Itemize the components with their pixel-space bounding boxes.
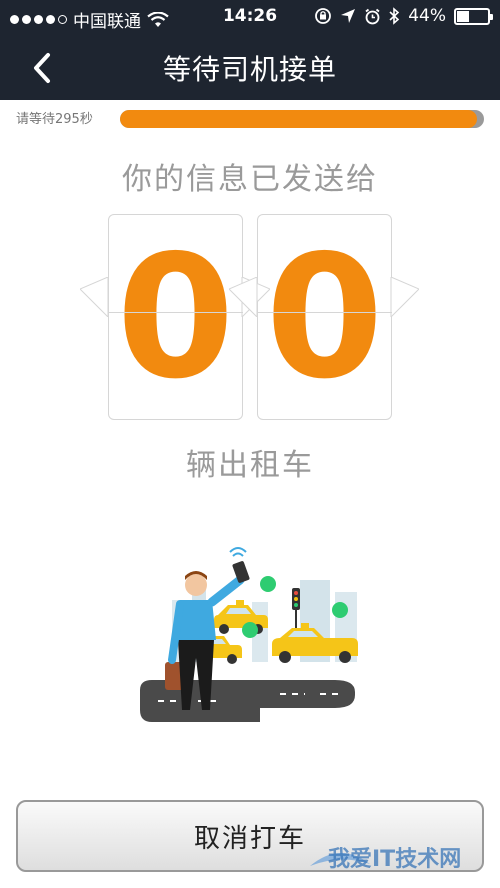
header: 中国联通 14:26 44% 等待司机接单 [0,0,500,100]
taxi-count-digit-ones: 0 [257,214,392,420]
notification-bubble-icon [332,602,348,618]
svg-text:我爱IT技术网: 我爱IT技术网 [328,847,461,872]
taxi-count-digit-tens: 0 [108,214,243,420]
nav-bar: 等待司机接单 [0,34,500,100]
countdown-progress-fill [120,110,477,128]
status-right: 44% [314,6,493,26]
bluetooth-icon [389,7,400,25]
digit-tens: 0 [116,219,235,417]
status-bar: 中国联通 14:26 44% [0,0,500,34]
countdown-progress-bar [120,110,484,128]
info-sent-text: 你的信息已发送给 [122,162,378,197]
flip-flap-right [229,277,419,317]
page-title: 等待司机接单 [162,53,337,86]
signal-waves-icon [229,547,247,557]
notification-bubble-icon [260,576,276,592]
flip-divider-left [108,312,243,313]
taxi-unit-text: 辆出租车 [186,448,314,483]
digit-ones: 0 [265,219,384,417]
watermark-logo: 我爱IT技术网 [310,847,461,872]
person-hailing-taxi-illustration [140,547,358,722]
battery-icon [454,7,493,25]
notification-bubble-icon [242,622,258,638]
location-arrow-icon [341,9,356,23]
battery-level [457,10,470,22]
flip-divider-right [257,312,392,313]
countdown-text: 请等待295秒 [16,112,93,127]
rotation-lock-icon [315,8,332,24]
alarm-clock-icon [365,8,380,24]
battery-percent: 44% [408,6,446,26]
countdown-row: 请等待295秒 [0,108,500,130]
